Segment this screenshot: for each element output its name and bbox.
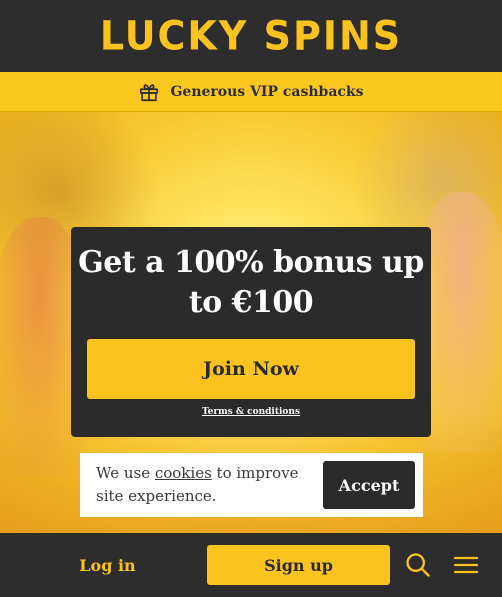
search-icon[interactable] xyxy=(404,551,432,579)
bonus-offer-card: Get a 100% bonus up to €100 Join Now Ter… xyxy=(71,227,431,437)
log-in-button[interactable]: Log in xyxy=(55,545,160,585)
hamburger-menu-icon[interactable] xyxy=(453,553,479,577)
cookies-link[interactable]: cookies xyxy=(155,464,212,482)
cookie-text-before: We use xyxy=(96,464,155,482)
sign-up-button[interactable]: Sign up xyxy=(207,545,390,585)
lucky-spins-logo[interactable]: LUCKY SPINS xyxy=(100,13,402,59)
site-header: LUCKY SPINS xyxy=(0,0,502,72)
terms-conditions-link[interactable]: Terms & conditions xyxy=(71,407,431,417)
cookie-banner: We use cookies to improve site experienc… xyxy=(80,453,423,517)
bonus-title-line2: to €100 xyxy=(188,285,314,320)
accept-cookies-button[interactable]: Accept xyxy=(323,461,415,509)
gift-icon xyxy=(140,83,159,101)
join-now-button[interactable]: Join Now xyxy=(87,339,415,399)
bonus-title-line1: Get a 100% bonus up xyxy=(78,245,424,280)
bottom-navigation-bar: Log in Sign up xyxy=(0,533,502,597)
promo-text: Generous VIP cashbacks xyxy=(170,83,364,100)
cookie-message: We use cookies to improve site experienc… xyxy=(96,462,306,508)
bonus-title: Get a 100% bonus up to €100 xyxy=(71,243,431,323)
vip-cashback-promo-bar[interactable]: Generous VIP cashbacks xyxy=(0,72,502,112)
